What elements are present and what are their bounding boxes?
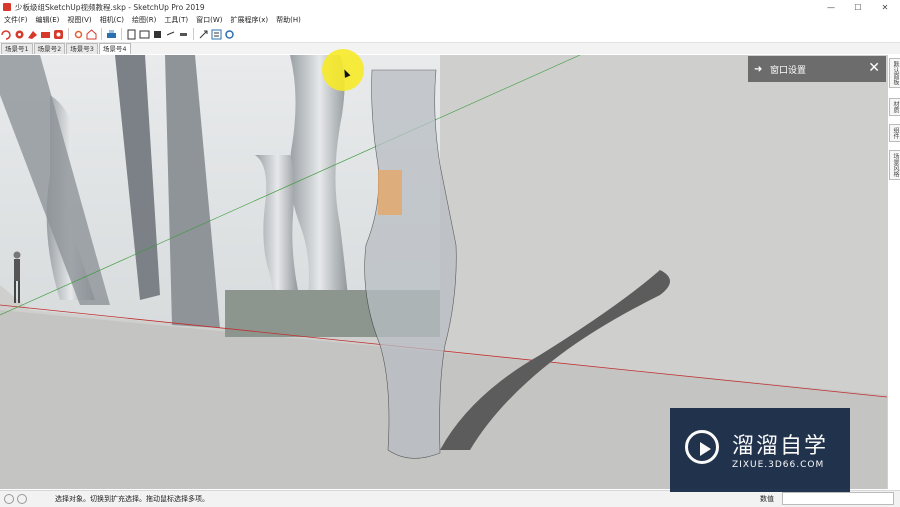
panel-close-button[interactable]: ✕ bbox=[868, 60, 880, 76]
tray-tab-materials[interactable]: 材质 bbox=[889, 98, 900, 116]
menu-view[interactable]: 视图(V) bbox=[63, 15, 95, 25]
menu-draw[interactable]: 绘图(R) bbox=[128, 15, 160, 25]
window-title: 少板级组SketchUp视频教程.skp - SketchUp Pro 2019 bbox=[15, 2, 205, 12]
scale-figure[interactable] bbox=[10, 250, 24, 305]
selected-face bbox=[378, 170, 402, 215]
tray-tab-default[interactable]: 默认面板 bbox=[889, 58, 900, 88]
watermark-url: ZIXUE.3D66.COM bbox=[732, 460, 825, 470]
menu-camera[interactable]: 相机(C) bbox=[96, 15, 128, 25]
menu-edit[interactable]: 编辑(E) bbox=[32, 15, 64, 25]
arrow-right-icon: ➜ bbox=[754, 63, 763, 75]
measurements-input[interactable] bbox=[782, 492, 894, 505]
menu-tools[interactable]: 工具(T) bbox=[160, 15, 192, 25]
panel-title: 窗口设置 bbox=[770, 65, 807, 76]
menu-bar: 文件(F) 编辑(E) 视图(V) 相机(C) 绘图(R) 工具(T) 窗口(W… bbox=[0, 14, 900, 26]
watermark-title: 溜溜自学 bbox=[732, 434, 829, 459]
sketchup-app-icon bbox=[3, 3, 11, 11]
scene-tab-1[interactable]: 场景号1 bbox=[1, 43, 33, 54]
toolbar-separator bbox=[68, 28, 69, 40]
scene-tab-2[interactable]: 场景号2 bbox=[33, 43, 66, 54]
menu-window[interactable]: 窗口(W) bbox=[192, 15, 226, 25]
status-message: 选择对象。切换到扩充选择。拖动鼠标选择多项。 bbox=[55, 495, 209, 503]
scene-tab-4[interactable]: 场景号4 bbox=[98, 43, 131, 54]
section-fill-icon[interactable] bbox=[152, 29, 163, 40]
tray-tab-styles[interactable]: 场景风格 bbox=[889, 150, 900, 180]
menu-file[interactable]: 文件(F) bbox=[0, 15, 32, 25]
toolbar-separator bbox=[121, 28, 122, 40]
select-tool-icon[interactable] bbox=[1, 29, 12, 40]
help-icon[interactable] bbox=[17, 494, 27, 504]
menu-extensions[interactable]: 扩展程序(x) bbox=[226, 15, 272, 25]
component-icon[interactable] bbox=[14, 29, 25, 40]
panel-header[interactable]: ➜ 窗口设置 ✕ bbox=[748, 56, 886, 82]
record-icon[interactable] bbox=[53, 29, 64, 40]
section-lines-icon[interactable] bbox=[178, 29, 189, 40]
minimize-button[interactable]: — bbox=[818, 0, 844, 14]
scene-tabs: 场景号1 场景号2 场景号3 场景号4 bbox=[0, 43, 900, 54]
section-display-icon[interactable] bbox=[165, 29, 176, 40]
outliner-icon[interactable] bbox=[211, 29, 222, 40]
play-logo-icon bbox=[685, 430, 719, 464]
settings-icon[interactable] bbox=[224, 29, 235, 40]
house-icon[interactable] bbox=[86, 28, 97, 40]
section-cut-icon[interactable] bbox=[139, 29, 150, 40]
dimension-icon[interactable] bbox=[198, 29, 209, 40]
watermark: 溜溜自学 ZIXUE.3D66.COM bbox=[670, 408, 850, 492]
title-bar: 少板级组SketchUp视频教程.skp - SketchUp Pro 2019… bbox=[0, 0, 900, 14]
toolbar bbox=[0, 26, 900, 43]
paint-icon[interactable] bbox=[27, 29, 38, 40]
tray-tab-components[interactable]: 组件 bbox=[889, 124, 900, 142]
info-icon[interactable] bbox=[4, 494, 14, 504]
section-plane-icon[interactable] bbox=[126, 29, 137, 40]
close-button[interactable]: ✕ bbox=[872, 0, 898, 14]
maximize-button[interactable]: ☐ bbox=[845, 0, 871, 14]
sun-icon[interactable] bbox=[73, 29, 84, 40]
printer-icon[interactable] bbox=[106, 29, 117, 40]
scene-tab-3[interactable]: 场景号3 bbox=[66, 43, 98, 54]
eraser-icon[interactable] bbox=[40, 29, 51, 40]
right-tray bbox=[887, 55, 900, 489]
menu-help[interactable]: 帮助(H) bbox=[272, 15, 305, 25]
toolbar-separator bbox=[101, 28, 102, 40]
toolbar-separator bbox=[193, 28, 194, 40]
measurements-label: 数值 bbox=[760, 495, 774, 503]
